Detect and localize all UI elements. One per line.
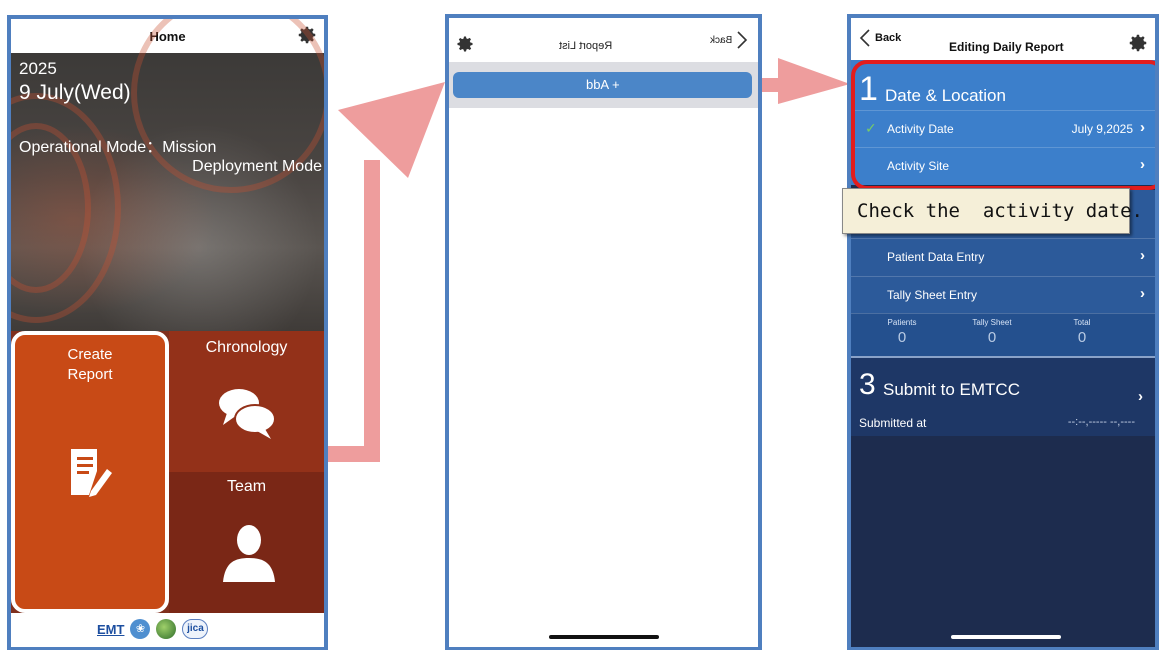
report-list-top-bar: Report List Back	[449, 18, 758, 62]
back-button[interactable]: Back	[710, 30, 748, 50]
stat-total: Total 0	[1047, 318, 1117, 346]
section-number: 1	[859, 70, 878, 108]
patient-data-entry-label: Patient Data Entry	[887, 250, 985, 264]
edit-report-title: Editing Daily Report	[949, 40, 1064, 54]
add-report-button[interactable]: + Add	[453, 72, 752, 98]
edit-report-screen: Back Editing Daily Report 1 Date & Locat…	[847, 14, 1159, 650]
patient-data-entry-row[interactable]: Patient Data Entry ›	[851, 238, 1155, 275]
chevron-right-icon: ›	[1140, 156, 1145, 173]
chevron-right-icon: ›	[1138, 388, 1143, 405]
home-footer: EMT ❀ jica	[11, 613, 324, 647]
home-tiles: Create Report Chronology Team	[11, 331, 324, 613]
gear-icon[interactable]	[1127, 32, 1149, 54]
submitted-at-value: --:--,----- --,----	[1067, 416, 1135, 428]
activity-date-value: July 9,2025	[1071, 122, 1133, 136]
home-year: 2025	[19, 59, 57, 78]
home-date: 9 July(Wed)	[19, 81, 131, 104]
create-report-label: Create Report	[67, 346, 113, 383]
checkmark-icon: ✓	[865, 120, 877, 136]
stat-value: 0	[897, 329, 907, 346]
stat-value: 0	[987, 329, 997, 346]
back-label: Back	[875, 32, 902, 44]
chevron-right-icon: ›	[1140, 119, 1145, 136]
stat-label: Total	[1073, 318, 1091, 327]
edit-report-top-bar: Back Editing Daily Report	[851, 18, 1155, 60]
report-stats: Patients 0 Tally Sheet 0 Total 0	[851, 313, 1155, 356]
partner-logos: EMT ❀ jica	[97, 619, 209, 639]
section-heading: Date & Location	[885, 86, 1006, 105]
add-report-label: + Add	[585, 77, 620, 92]
section-heading: Submit to EMTCC	[883, 380, 1020, 399]
report-edit-icon	[71, 449, 112, 497]
section-submit[interactable]: 3 Submit to EMTCC › Submitted at --:--,-…	[851, 356, 1155, 436]
home-indicator	[549, 635, 659, 639]
create-report-tile[interactable]: Create Report	[11, 331, 169, 613]
stat-label: Patients	[887, 318, 917, 327]
operational-mode-label: Operational Mode：Mission	[19, 139, 217, 156]
tally-sheet-entry-row[interactable]: Tally Sheet Entry ›	[851, 276, 1155, 313]
jica-logo: jica	[182, 619, 209, 639]
emt-logo: EMT	[97, 621, 125, 637]
chevron-right-icon: ›	[1140, 285, 1145, 302]
team-label: Team	[226, 478, 267, 495]
stat-label: Tally Sheet	[972, 318, 1012, 327]
chevron-left-icon	[859, 29, 870, 47]
home-hero-banner: 2025 9 July(Wed) Operational Mode：Missio…	[11, 19, 324, 331]
section-number: 3	[859, 368, 876, 401]
activity-site-label: Activity Site	[887, 159, 950, 173]
instruction-callout: Check the activity date.	[842, 188, 1143, 234]
back-label: Back	[709, 34, 732, 46]
home-indicator	[951, 635, 1061, 639]
report-list-screen: Report List Back + Add	[445, 14, 762, 650]
gear-icon[interactable]	[455, 34, 475, 54]
team-tile[interactable]: Team	[169, 472, 324, 613]
section-date-location: 1 Date & Location ✓ Activity Date July 9…	[851, 60, 1155, 185]
stat-patients: Patients 0	[867, 318, 937, 346]
globe-logo-icon	[156, 619, 177, 639]
activity-site-row[interactable]: Activity Site ›	[851, 147, 1155, 184]
activity-date-label: Activity Date	[887, 122, 954, 136]
who-logo-icon: ❀	[130, 619, 151, 639]
stat-tally-sheet: Tally Sheet 0	[957, 318, 1027, 346]
chat-bubbles-icon	[219, 389, 276, 439]
back-button[interactable]: Back	[859, 28, 901, 48]
submitted-at-label: Submitted at	[859, 416, 927, 430]
report-list-title-text: Report List	[559, 40, 613, 52]
chronology-label: Chronology	[205, 339, 288, 356]
chevron-right-icon: ›	[1140, 247, 1145, 264]
activity-date-row[interactable]: ✓ Activity Date July 9,2025 ›	[851, 110, 1155, 147]
operational-mode-value: Deployment Mode	[192, 158, 322, 175]
tally-sheet-entry-label: Tally Sheet Entry	[887, 288, 978, 302]
person-icon	[223, 525, 275, 582]
chevron-right-icon	[737, 31, 748, 49]
report-list-title: Report List	[559, 40, 612, 52]
stat-value: 0	[1077, 329, 1087, 346]
home-screen: Home 2025 9 July(Wed) Operational Mode：M…	[7, 15, 328, 650]
chronology-tile[interactable]: Chronology	[169, 331, 324, 472]
